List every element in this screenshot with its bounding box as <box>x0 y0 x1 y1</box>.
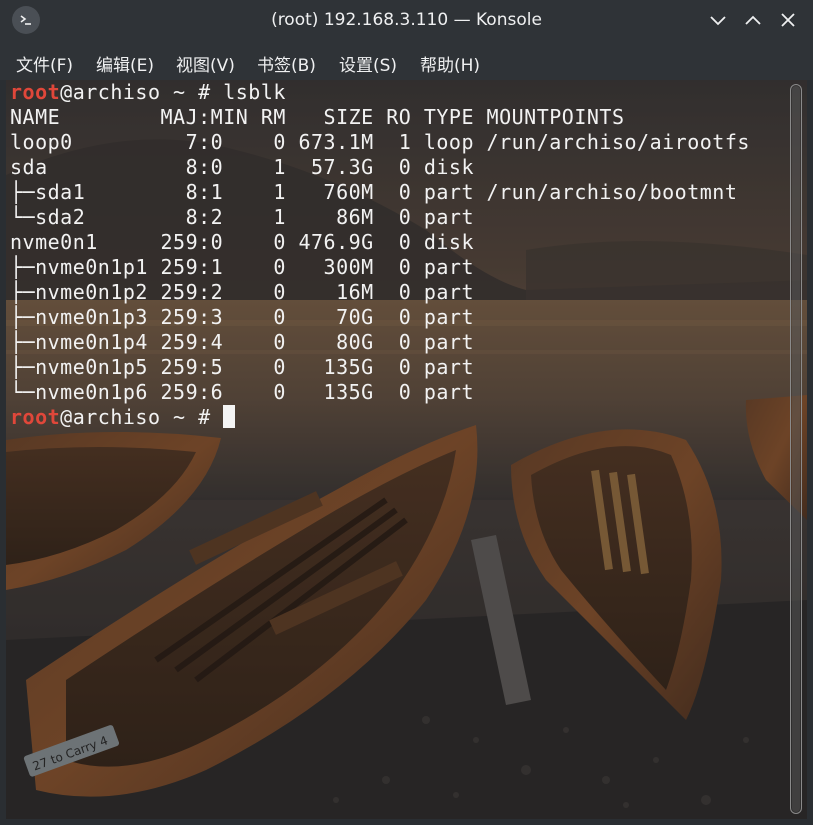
prompt-user: root <box>10 80 61 104</box>
prompt-line: root@archiso ~ # lsblk <box>10 80 750 105</box>
minimize-button[interactable] <box>707 9 729 31</box>
prompt-line: root@archiso ~ # <box>10 405 750 430</box>
menu-file[interactable]: 文件(F) <box>16 51 73 76</box>
terminal-view[interactable]: 27 to Carry 4 root@archiso ~ # lsblk NAME… <box>6 80 807 819</box>
menu-bookmarks[interactable]: 书签(B) <box>257 51 316 76</box>
title-bar[interactable]: (root) 192.168.3.110 — Konsole <box>0 0 813 42</box>
maximize-button[interactable] <box>742 9 764 31</box>
close-button[interactable] <box>777 9 799 31</box>
scrollbar-thumb[interactable] <box>792 86 800 812</box>
output-line: nvme0n1 259:0 0 476.9G 0 disk <box>10 230 475 254</box>
command-text: lsblk <box>223 80 286 104</box>
output-line: ├─nvme0n1p4 259:4 0 80G 0 part <box>10 330 475 354</box>
output-line: └─sda2 8:2 1 86M 0 part <box>10 205 475 229</box>
prompt-host: @archiso ~ # <box>60 80 224 104</box>
konsole-window: (root) 192.168.3.110 — Konsole 文件(F) 编辑(… <box>0 0 813 825</box>
menu-settings[interactable]: 设置(S) <box>339 51 397 76</box>
output-line: sda 8:0 1 57.3G 0 disk <box>10 155 475 179</box>
close-icon <box>781 13 795 27</box>
chevron-up-icon <box>745 15 761 25</box>
prompt-user: root <box>10 405 61 429</box>
text-cursor <box>223 405 236 428</box>
output-line: NAME MAJ:MIN RM SIZE RO TYPE MOUNTPOINTS <box>10 105 625 129</box>
output-line: ├─nvme0n1p5 259:5 0 135G 0 part <box>10 355 475 379</box>
menu-edit[interactable]: 编辑(E) <box>96 51 154 76</box>
menu-view[interactable]: 视图(V) <box>176 51 235 76</box>
menu-help[interactable]: 帮助(H) <box>420 51 480 76</box>
output-line: ├─nvme0n1p3 259:3 0 70G 0 part <box>10 305 475 329</box>
menu-bar: 文件(F) 编辑(E) 视图(V) 书签(B) 设置(S) 帮助(H) <box>0 42 813 80</box>
chevron-down-icon <box>710 16 726 26</box>
prompt-host: @archiso ~ # <box>60 405 224 429</box>
output-line: ├─nvme0n1p1 259:1 0 300M 0 part <box>10 255 475 279</box>
output-line: ├─nvme0n1p2 259:2 0 16M 0 part <box>10 280 475 304</box>
output-line: loop0 7:0 0 673.1M 1 loop /run/archiso/a… <box>10 130 750 154</box>
window-title: (root) 192.168.3.110 — Konsole <box>271 10 542 30</box>
output-line: └─nvme0n1p6 259:6 0 135G 0 part <box>10 380 475 404</box>
terminal-output: root@archiso ~ # lsblk NAME MAJ:MIN RM SI… <box>10 80 750 430</box>
terminal-scrollbar[interactable] <box>790 84 802 814</box>
output-line: ├─sda1 8:1 1 760M 0 part /run/archiso/bo… <box>10 180 738 204</box>
